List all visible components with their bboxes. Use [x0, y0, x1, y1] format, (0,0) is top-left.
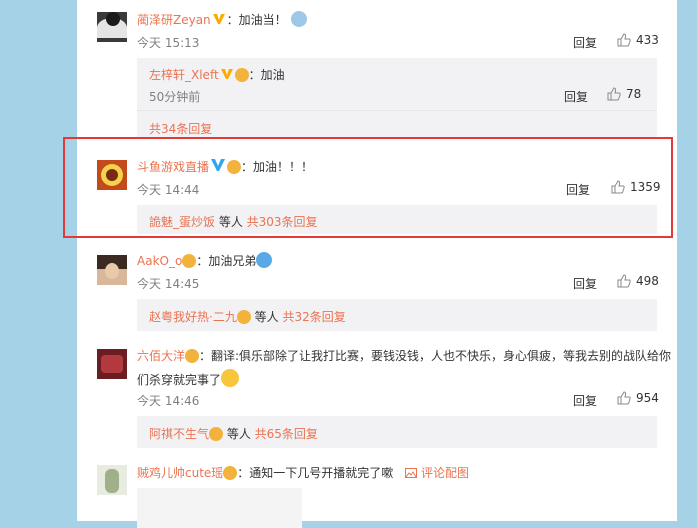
subreply-mid: 等人	[250, 310, 283, 324]
emoji-icon	[256, 252, 273, 268]
comment-panel: 蔺泽研Zeyan ：加油当！ 今天 15:13 回复 433 左梓轩_Xleft ：…	[77, 0, 677, 528]
comment-text: ：通知一下几号开播就完了嗽	[237, 466, 394, 480]
more-replies-link[interactable]: 共65条回复	[255, 427, 318, 441]
reply-button[interactable]: 回复	[573, 392, 597, 409]
subreply-mid: 等人	[223, 427, 255, 441]
like-count: 433	[636, 33, 659, 47]
like-count: 498	[636, 274, 659, 288]
reply-button[interactable]: 回复	[564, 88, 588, 105]
thumb-up-icon	[607, 87, 621, 101]
comment-pic-label: 评论配图	[420, 466, 469, 480]
comment-line: AakO_o ：加油兄弟	[137, 252, 273, 269]
subreply-summary: 阿祺不生气 等人 共65条回复	[137, 416, 657, 448]
badge-icon	[234, 68, 249, 82]
subreply-time: 50分钟前	[149, 90, 201, 104]
like-count: 78	[626, 87, 642, 101]
like-button[interactable]: 954	[617, 391, 659, 405]
avatar[interactable]	[97, 255, 127, 285]
like-button[interactable]: 433	[617, 33, 659, 47]
username-link[interactable]: 左梓轩_Xleft	[149, 68, 219, 82]
avatar[interactable]	[97, 12, 127, 42]
comment-line: 六佰大洋 ：翻译:俱乐部除了让我打比赛，要钱没钱，人也不快乐，身心俱疲，等我去别的…	[137, 347, 671, 364]
reply-button[interactable]: 回复	[573, 275, 597, 292]
comment-line: 蔺泽研Zeyan ：加油当！	[137, 11, 307, 28]
emoji-icon	[221, 369, 240, 387]
comment-pic-link[interactable]: 评论配图	[405, 466, 469, 480]
comment-line: 贼鸡儿帅cute瑶 ：通知一下几号开播就完了嗽 评论配图	[137, 464, 469, 481]
username-link[interactable]: 蔺泽研Zeyan	[137, 13, 211, 27]
emoji-icon	[290, 11, 307, 27]
thumb-up-icon	[617, 33, 631, 47]
subreply-summary: 赵粤我好热·二九 等人 共32条回复	[137, 299, 657, 331]
like-button[interactable]: 78	[607, 87, 641, 101]
more-replies-link[interactable]: 共32条回复	[282, 310, 345, 324]
subreply-box: 左梓轩_Xleft ：加油 50分钟前 回复 78 共34条回复	[137, 58, 657, 138]
like-count: 954	[636, 391, 659, 405]
subreply-summary-line: 赵粤我好热·二九 等人 共32条回复	[149, 308, 346, 325]
badge-icon	[185, 349, 200, 363]
subreply-summary-line: 阿祺不生气 等人 共65条回复	[149, 425, 318, 442]
subreply-text: ：加油	[248, 68, 285, 82]
image-icon	[405, 468, 418, 478]
highlight-frame	[63, 137, 673, 238]
username-link[interactable]: AakO_o	[137, 254, 182, 268]
avatar[interactable]	[97, 349, 127, 379]
comment-time: 今天 14:45	[137, 277, 200, 291]
badge-icon	[223, 466, 238, 480]
comment-line-2: 们杀穿就完事了	[137, 369, 240, 388]
comment-time: 今天 14:46	[137, 394, 200, 408]
avatar[interactable]	[97, 465, 127, 495]
vip-v-icon	[220, 69, 233, 79]
thumb-up-icon	[617, 391, 631, 405]
more-replies-link[interactable]: 共34条回复	[149, 120, 212, 137]
badge-icon	[236, 310, 251, 324]
reply-button[interactable]: 回复	[573, 34, 597, 51]
subreply-line: 左梓轩_Xleft ：加油	[149, 66, 285, 83]
comment-text-cont: 们杀穿就完事了	[137, 373, 222, 387]
thumb-up-icon	[617, 274, 631, 288]
vip-v-icon	[212, 14, 225, 24]
comment-image[interactable]	[137, 488, 302, 528]
comment-time: 今天 15:13	[137, 36, 200, 50]
username-link[interactable]: 六佰大洋	[137, 349, 185, 363]
like-button[interactable]: 498	[617, 274, 659, 288]
badge-icon	[182, 254, 197, 268]
username-link[interactable]: 赵粤我好热·二九	[149, 310, 237, 324]
username-link[interactable]: 贼鸡儿帅cute瑶	[137, 466, 223, 480]
comment-text: ：加油兄弟	[196, 254, 257, 268]
badge-icon	[209, 427, 224, 441]
username-link[interactable]: 阿祺不生气	[149, 427, 209, 441]
comment-text: ：加油当！	[226, 13, 287, 27]
comment-text: ：翻译:俱乐部除了让我打比赛，要钱没钱，人也不快乐，身心俱疲，等我去别的战队给你	[199, 349, 672, 363]
